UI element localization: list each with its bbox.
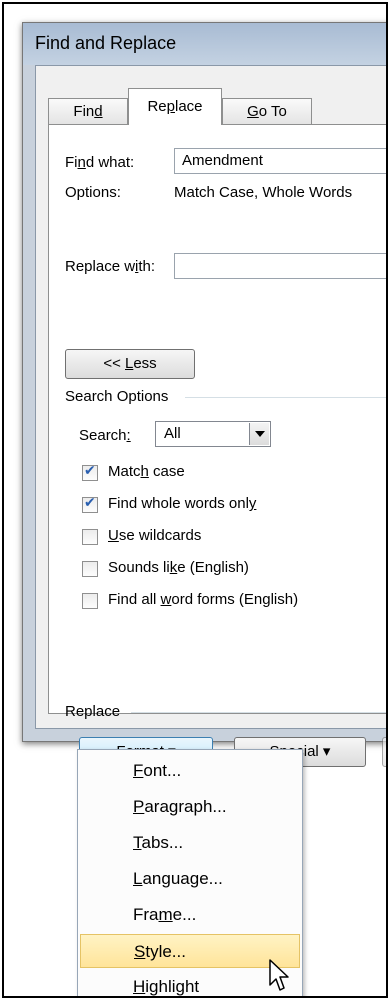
less-button[interactable]: << Less [65,349,195,379]
search-options-header: Search Options [65,388,169,405]
match-case-label: Match case [108,463,185,480]
options-label: Options: [65,184,121,201]
replace-with-label: Replace with: [65,258,156,275]
sounds-like-checkbox[interactable] [82,561,98,577]
menu-item-font[interactable]: Font... [80,754,300,788]
search-options-divider [185,397,386,398]
menu-item-tabs[interactable]: Tabs... [80,826,300,860]
menu-item-frame[interactable]: Frame... [80,898,300,932]
search-direction-select[interactable]: All [155,421,271,447]
no-formatting-button[interactable] [382,737,386,767]
word-forms-label: Find all word forms (English) [108,591,299,608]
replace-tab-panel: Find what: Amendment Options: Match Case… [48,124,386,767]
menu-item-paragraph[interactable]: Paragraph... [80,790,300,824]
window-title: Find and Replace [35,33,177,53]
search-label: Search: [79,427,131,444]
wildcards-label: Use wildcards [108,527,202,544]
screenshot-frame: Find and Replace Find Replace Go To Find… [2,2,388,998]
tab-goto[interactable]: Go To [222,98,312,124]
title-bar[interactable]: Find and Replace [23,23,386,65]
menu-item-language[interactable]: Language... [80,862,300,896]
find-what-input[interactable]: Amendment [174,148,386,174]
chevron-down-icon[interactable] [249,423,269,445]
menu-item-highlight[interactable]: Highlight [80,970,300,996]
match-case-checkbox[interactable] [82,463,98,481]
word-forms-checkbox[interactable] [82,593,98,609]
options-value: Match Case, Whole Words [174,184,353,201]
wildcards-checkbox[interactable] [82,529,98,545]
menu-item-style[interactable]: Style... [80,934,300,968]
tab-replace[interactable]: Replace [128,88,222,125]
mouse-pointer-icon [269,959,289,991]
sounds-like-label: Sounds like (English) [108,559,249,576]
replace-group-divider [131,712,386,713]
dialog-body: Find Replace Go To Find what: Amendment … [35,65,386,767]
find-replace-dialog: Find and Replace Find Replace Go To Find… [22,22,386,767]
replace-group-header: Replace [65,703,121,720]
replace-with-input[interactable] [174,253,386,279]
find-what-label: Find what: [65,154,135,171]
whole-words-label: Find whole words only [108,495,257,512]
tab-find[interactable]: Find [48,98,128,124]
whole-words-checkbox[interactable] [82,495,98,513]
